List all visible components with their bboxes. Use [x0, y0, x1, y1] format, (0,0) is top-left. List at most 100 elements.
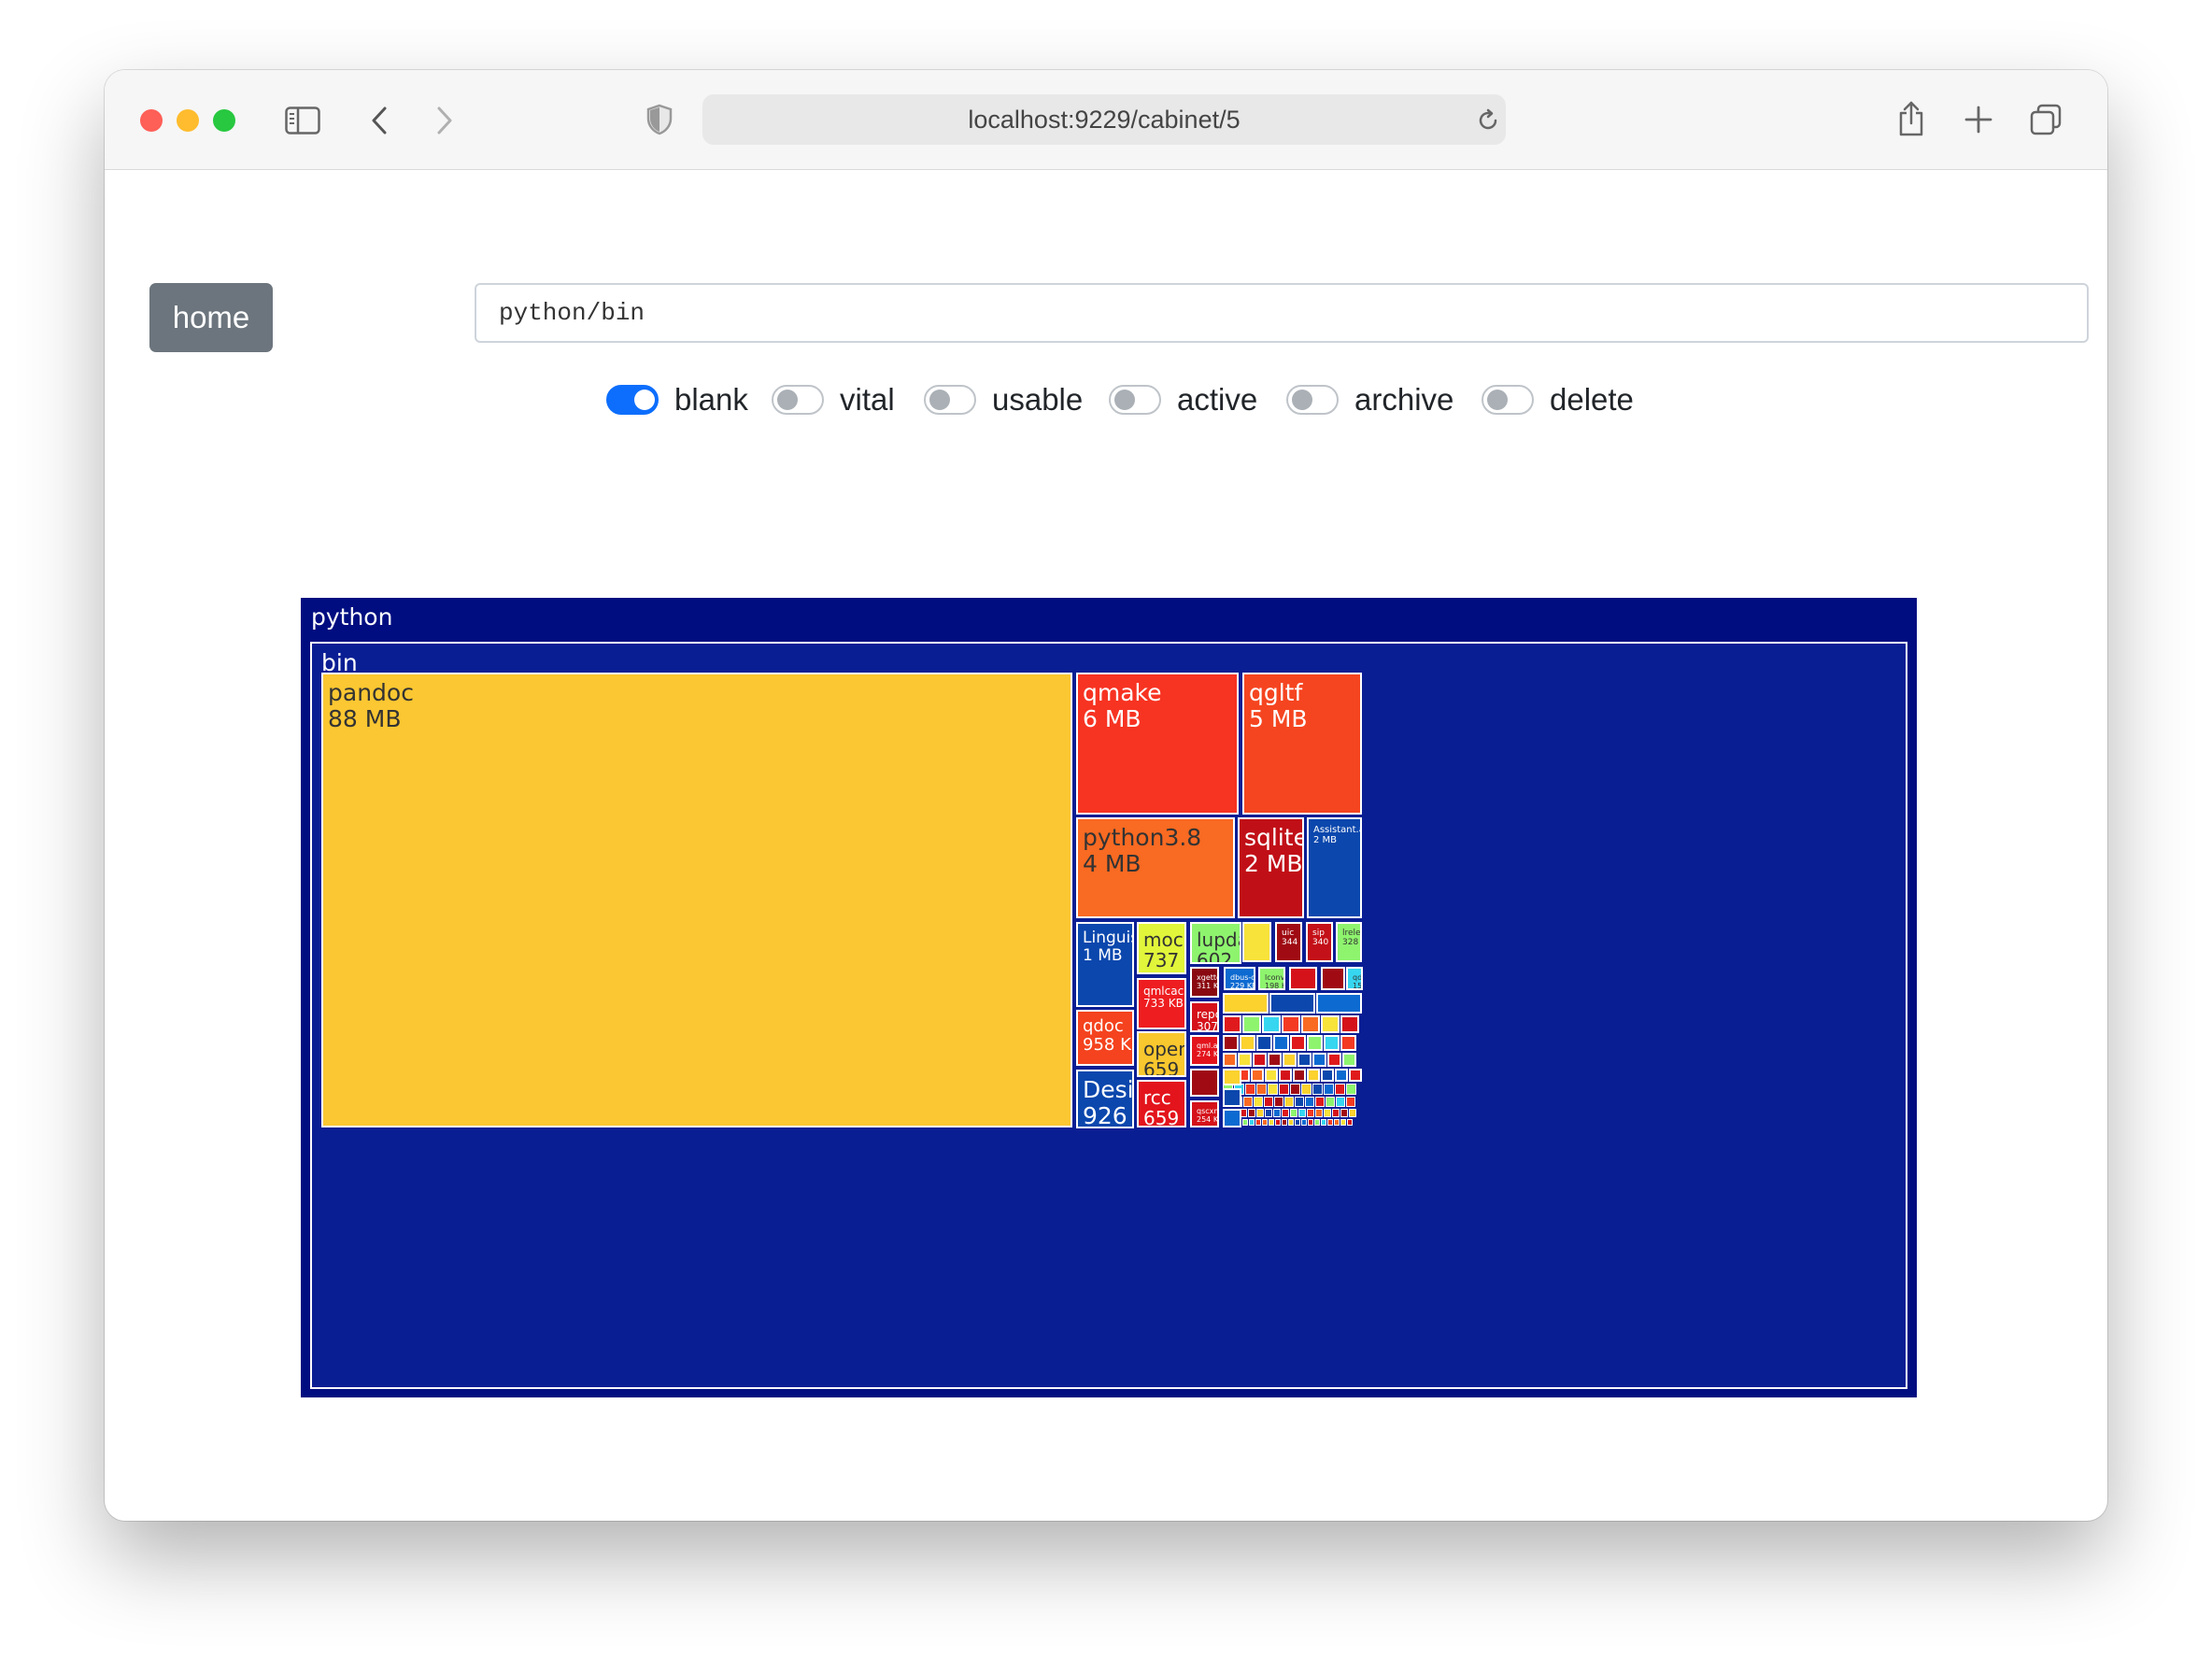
treemap-small-file-tile[interactable] — [1349, 1069, 1362, 1082]
reload-icon[interactable] — [1475, 107, 1501, 134]
treemap-small-file-tile[interactable] — [1290, 1109, 1297, 1117]
treemap-small-file-tile[interactable] — [1327, 1119, 1333, 1126]
treemap-small-file-tile[interactable] — [1335, 1084, 1345, 1095]
share-icon[interactable] — [1893, 98, 1930, 139]
treemap-small-file-tile[interactable] — [1273, 1035, 1289, 1051]
treemap-cell-uic[interactable]: uic 344 KB — [1275, 922, 1302, 962]
treemap-cell-repc[interactable]: repc 307 KB — [1190, 1001, 1219, 1032]
minimize-window-button[interactable] — [177, 109, 199, 132]
toggle-switch[interactable] — [1109, 385, 1161, 415]
treemap-small-file-tile[interactable] — [1262, 1119, 1268, 1126]
treemap-small-file-tile[interactable] — [1327, 1053, 1341, 1067]
treemap-small-file-tile[interactable] — [1242, 922, 1271, 962]
treemap-small-file-tile[interactable] — [1305, 1097, 1314, 1107]
new-tab-plus-icon[interactable] — [1960, 101, 1997, 138]
treemap-small-file-tile[interactable] — [1301, 1015, 1320, 1033]
treemap-small-file-tile[interactable] — [1242, 1119, 1248, 1126]
treemap-small-file-tile[interactable] — [1293, 1069, 1306, 1082]
path-input[interactable] — [475, 283, 2089, 343]
filter-delete[interactable]: delete — [1482, 377, 1634, 422]
treemap-small-file-tile[interactable] — [1336, 1097, 1345, 1107]
filter-archive[interactable]: archive — [1286, 377, 1453, 422]
treemap-cell-lconvert[interactable]: lconvert 198 KB — [1258, 967, 1285, 990]
treemap-small-file-tile[interactable] — [1273, 1109, 1281, 1117]
treemap-small-file-tile[interactable] — [1264, 1097, 1273, 1107]
treemap-small-file-tile[interactable] — [1256, 1109, 1264, 1117]
treemap-small-file-tile[interactable] — [1321, 967, 1345, 990]
toggle-switch[interactable] — [772, 385, 824, 415]
back-arrow-icon[interactable] — [361, 102, 398, 139]
treemap-small-file-tile[interactable] — [1256, 1084, 1267, 1095]
treemap-small-file-tile[interactable] — [1279, 1084, 1289, 1095]
treemap-cell-lupdate[interactable]: lupdate 602 KB — [1190, 922, 1241, 964]
treemap-small-file-tile[interactable] — [1223, 1088, 1241, 1107]
filter-vital[interactable]: vital — [772, 377, 895, 422]
treemap-cell-assistant-app[interactable]: Assistant.app 2 MB — [1307, 817, 1362, 918]
treemap-small-file-tile[interactable] — [1307, 1035, 1323, 1051]
treemap-small-file-tile[interactable] — [1347, 1119, 1353, 1126]
treemap-small-file-tile[interactable] — [1265, 1109, 1272, 1117]
treemap-small-file-tile[interactable] — [1307, 1069, 1320, 1082]
treemap-small-file-tile[interactable] — [1256, 1035, 1272, 1051]
treemap-small-file-tile[interactable] — [1282, 1119, 1287, 1126]
treemap-small-file-tile[interactable] — [1223, 1069, 1241, 1085]
treemap-small-file-tile[interactable] — [1289, 967, 1317, 990]
treemap-small-file-tile[interactable] — [1269, 1119, 1274, 1126]
treemap-small-file-tile[interactable] — [1249, 1119, 1255, 1126]
treemap-small-file-tile[interactable] — [1190, 1069, 1219, 1097]
treemap-small-file-tile[interactable] — [1315, 1109, 1323, 1117]
treemap-small-file-tile[interactable] — [1340, 1109, 1348, 1117]
treemap-small-file-tile[interactable] — [1295, 1097, 1304, 1107]
treemap-small-file-tile[interactable] — [1283, 1053, 1297, 1067]
toggle-switch[interactable] — [1286, 385, 1339, 415]
treemap-small-file-tile[interactable] — [1223, 993, 1269, 1014]
treemap-cell-qgltf[interactable]: qgltf 5 MB — [1242, 673, 1362, 815]
treemap-small-file-tile[interactable] — [1301, 1119, 1307, 1126]
treemap-small-file-tile[interactable] — [1308, 1119, 1313, 1126]
treemap-small-file-tile[interactable] — [1268, 1053, 1282, 1067]
treemap-small-file-tile[interactable] — [1315, 1097, 1325, 1107]
treemap-small-file-tile[interactable] — [1284, 1097, 1294, 1107]
treemap-cell-qscxmlc[interactable]: qscxmlc 254 KB — [1190, 1100, 1219, 1127]
treemap-small-file-tile[interactable] — [1223, 1053, 1237, 1067]
treemap-small-file-tile[interactable] — [1288, 1119, 1294, 1126]
treemap-small-file-tile[interactable] — [1321, 1015, 1340, 1033]
treemap-small-file-tile[interactable] — [1324, 1109, 1331, 1117]
treemap-small-file-tile[interactable] — [1297, 1053, 1312, 1067]
treemap-small-file-tile[interactable] — [1251, 1069, 1264, 1082]
treemap-small-file-tile[interactable] — [1269, 993, 1315, 1014]
treemap-cell-xgettext[interactable]: xgettext 311 KB — [1190, 967, 1219, 998]
treemap-cell-qmake[interactable]: qmake 6 MB — [1076, 673, 1239, 815]
treemap-cell-moc[interactable]: moc 737 KB — [1137, 922, 1186, 974]
treemap-small-file-tile[interactable] — [1223, 1109, 1241, 1127]
treemap-small-file-tile[interactable] — [1312, 1084, 1323, 1095]
treemap-small-file-tile[interactable] — [1262, 1015, 1281, 1033]
treemap-small-file-tile[interactable] — [1298, 1109, 1306, 1117]
treemap-small-file-tile[interactable] — [1335, 1069, 1348, 1082]
toggle-switch[interactable] — [1482, 385, 1534, 415]
filter-blank[interactable]: blank — [606, 377, 748, 422]
treemap-small-file-tile[interactable] — [1342, 1053, 1356, 1067]
treemap-small-file-tile[interactable] — [1324, 1035, 1340, 1051]
treemap-cell-qdbus[interactable]: qdbus 156 KB — [1346, 967, 1363, 990]
treemap-small-file-tile[interactable] — [1326, 1097, 1335, 1107]
filter-active[interactable]: active — [1109, 377, 1257, 422]
privacy-shield-icon[interactable] — [641, 101, 678, 138]
treemap-small-file-tile[interactable] — [1254, 1097, 1263, 1107]
treemap-small-file-tile[interactable] — [1295, 1119, 1300, 1126]
treemap-small-file-tile[interactable] — [1340, 1015, 1359, 1033]
treemap-small-file-tile[interactable] — [1334, 1119, 1340, 1126]
treemap-small-file-tile[interactable] — [1274, 1097, 1283, 1107]
treemap-small-file-tile[interactable] — [1290, 1035, 1306, 1051]
toggle-switch[interactable] — [606, 385, 659, 415]
treemap-cell-linguist-app[interactable]: Linguist.app 1 MB — [1076, 922, 1134, 1007]
treemap-cell-dbus-daemon[interactable]: dbus-daemon 229 KB — [1224, 967, 1255, 990]
treemap-small-file-tile[interactable] — [1238, 1053, 1252, 1067]
treemap-small-file-tile[interactable] — [1279, 1069, 1292, 1082]
treemap-small-file-tile[interactable] — [1223, 1035, 1239, 1051]
treemap-cell-python3-8[interactable]: python3.8 4 MB — [1076, 817, 1235, 918]
treemap-cell-openssl[interactable]: openssl 659 KB — [1137, 1031, 1186, 1077]
treemap-small-file-tile[interactable] — [1314, 1119, 1320, 1126]
treemap-root-python[interactable]: python bin pandoc 88 MB qmake 6 MB qgltf 5… — [301, 598, 1917, 1397]
home-button[interactable]: home — [149, 283, 273, 352]
